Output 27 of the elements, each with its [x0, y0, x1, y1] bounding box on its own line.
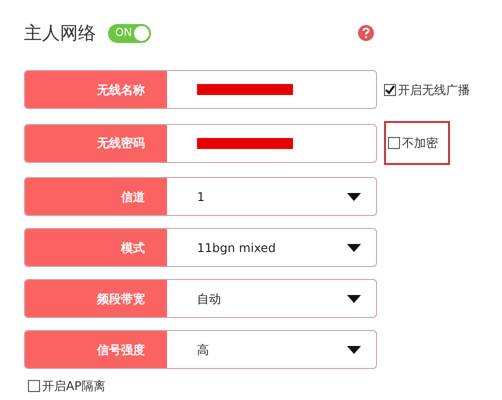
field-label: 无线名称: [25, 71, 167, 108]
checkbox[interactable]: [384, 84, 396, 96]
caret-icon: [347, 192, 361, 200]
checkbox-option[interactable]: 开启无线广播: [384, 80, 470, 98]
dropdown[interactable]: 信道 1: [24, 177, 377, 216]
checkbox[interactable]: [28, 380, 40, 392]
field-label: 信道: [25, 178, 167, 215]
caret-icon: [347, 294, 361, 302]
caret-icon: [347, 244, 361, 252]
help-icon[interactable]: [358, 25, 374, 41]
checkbox[interactable]: [388, 137, 400, 149]
dropdown-value: 高: [197, 342, 209, 358]
field-label: 模式: [25, 229, 167, 266]
dropdown-value: 1: [197, 188, 205, 206]
section-title: 主人网络: [24, 22, 96, 46]
field-label: 信号强度: [25, 331, 167, 368]
dropdown[interactable]: 频段带宽 自动: [24, 279, 377, 318]
field-label: 无线密码: [25, 124, 167, 162]
checkbox-option[interactable]: 开启AP隔离: [28, 377, 502, 395]
dropdown-value: 自动: [197, 290, 221, 308]
dropdown[interactable]: 模式 11bgn mixed: [24, 228, 377, 267]
dropdown[interactable]: 信号强度 高: [24, 330, 377, 369]
caret-icon: [347, 346, 361, 354]
checkmark-icon: [385, 84, 395, 94]
dropdown-value: 11bgn mixed: [197, 240, 276, 256]
field-label: 频段带宽: [25, 280, 167, 317]
checkbox-option[interactable]: 不加密: [384, 121, 450, 165]
